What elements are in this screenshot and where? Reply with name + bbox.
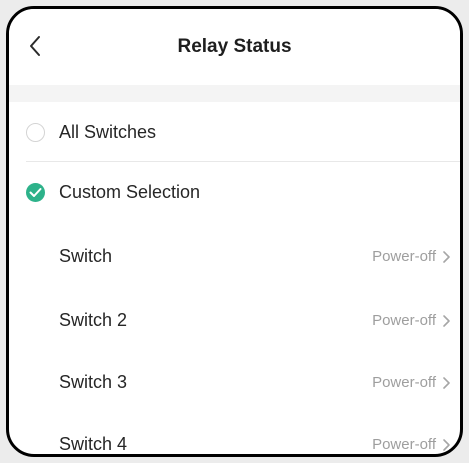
radio-checked-icon[interactable]	[26, 183, 45, 202]
option-label: All Switches	[59, 122, 157, 142]
chevron-right-icon	[443, 315, 450, 327]
option-label: Custom Selection	[59, 182, 201, 202]
switch-status-value: Power-off	[372, 436, 436, 453]
switch-label: Switch	[59, 246, 113, 266]
app-screen: Relay Status All Switches Custom Selecti…	[6, 6, 463, 457]
switch-label: Switch 4	[59, 434, 128, 454]
radio-unchecked-icon[interactable]	[26, 123, 45, 142]
chevron-right-icon	[443, 251, 450, 263]
switch-status-value: Power-off	[372, 248, 436, 265]
switch-row-switch[interactable]: Switch Power-off	[9, 226, 460, 288]
section-separator	[9, 85, 460, 102]
switch-status-value: Power-off	[372, 374, 436, 391]
chevron-right-icon	[443, 439, 450, 451]
page-title: Relay Status	[177, 36, 292, 57]
header-bar: Relay Status	[9, 9, 460, 85]
switch-label: Switch 3	[59, 372, 128, 392]
option-custom-selection[interactable]: Custom Selection	[9, 162, 460, 224]
option-all-switches[interactable]: All Switches	[9, 102, 460, 164]
switch-row-switch-2[interactable]: Switch 2 Power-off	[9, 290, 460, 352]
checkmark-icon	[29, 188, 42, 197]
switch-row-switch-3[interactable]: Switch 3 Power-off	[9, 352, 460, 414]
switch-label: Switch 2	[59, 310, 128, 330]
chevron-right-icon	[443, 377, 450, 389]
switch-row-switch-4[interactable]: Switch 4 Power-off	[9, 414, 460, 454]
switch-status-value: Power-off	[372, 312, 436, 329]
